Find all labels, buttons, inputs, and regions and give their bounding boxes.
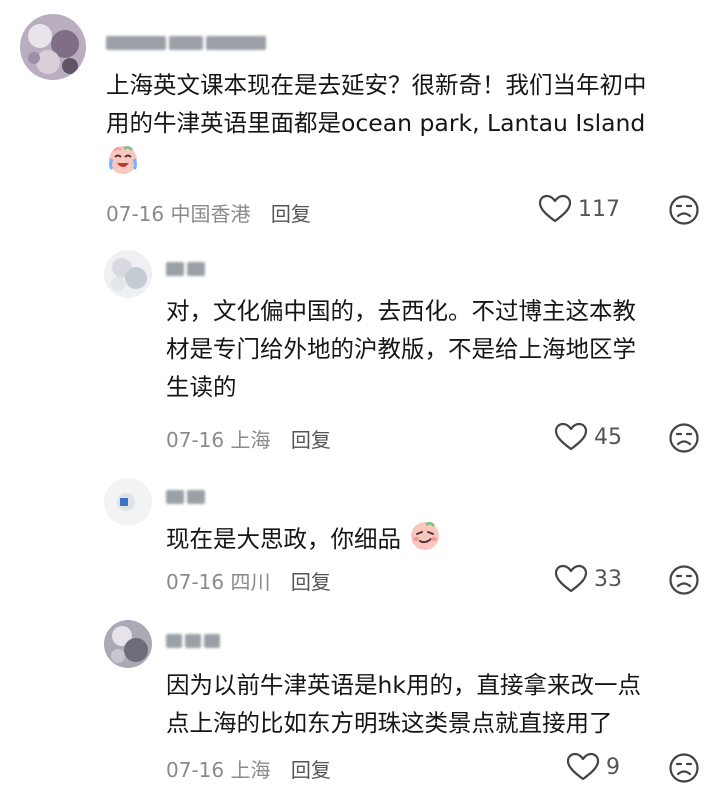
comment-item: 上海英文课本现在是去延安？很新奇！我们当年初中 用的牛津英语里面都是ocean … — [0, 14, 728, 234]
smirking-face-icon — [408, 518, 442, 563]
like-count: 9 — [606, 754, 620, 780]
heart-outline-icon — [554, 422, 588, 451]
reply-button[interactable]: 回复 — [291, 428, 331, 452]
reply-button[interactable]: 回复 — [271, 202, 311, 226]
reply-item: 对，文化偏中国的，去西化。不过博主这本教 材是专门给外地的沪教版，不是给上海地区… — [0, 250, 728, 465]
avatar[interactable] — [20, 14, 86, 80]
comment-meta: 07-16 中国香港 回复 — [106, 198, 311, 227]
comment-meta: 07-16 四川 回复 — [166, 566, 331, 595]
comment-location: 四川 — [230, 570, 271, 594]
comment-text-line: 上海英文课本现在是去延安？很新奇！我们当年初中 — [106, 71, 647, 99]
like-count: 117 — [578, 196, 620, 222]
comment-text-line: 对，文化偏中国的，去西化。不过博主这本教 — [166, 297, 636, 325]
comment-text-line: 现在是大思政，你细品 — [166, 525, 401, 553]
heart-outline-icon — [554, 564, 588, 593]
like-button[interactable]: 33 — [554, 564, 622, 594]
comment-text-line: 用的牛津英语里面都是ocean park, Lantau Island — [106, 109, 646, 137]
comment-location: 上海 — [230, 428, 271, 452]
comment-text: 对，文化偏中国的，去西化。不过博主这本教 材是专门给外地的沪教版，不是给上海地区… — [166, 292, 636, 406]
comment-date: 07-16 — [166, 428, 225, 452]
comment-text-line: 点上海的比如东方明珠这类景点就直接用了 — [166, 709, 613, 737]
username-blurred[interactable] — [166, 258, 208, 280]
like-count: 45 — [594, 424, 622, 450]
dislike-button[interactable] — [668, 422, 700, 458]
heart-outline-icon — [538, 194, 572, 223]
sad-face-icon — [669, 565, 699, 595]
like-count: 33 — [594, 566, 622, 592]
sad-face-icon — [669, 753, 699, 783]
avatar[interactable] — [104, 250, 152, 298]
username-blurred[interactable] — [166, 486, 208, 508]
comment-text-line: 因为以前牛津英语是hk用的，直接拿来改一点 — [166, 671, 642, 699]
username-blurred[interactable] — [106, 32, 269, 54]
comment-date: 07-16 — [166, 570, 225, 594]
comment-text-line: 生读的 — [166, 373, 237, 401]
dislike-button[interactable] — [668, 752, 700, 788]
avatar[interactable] — [104, 620, 152, 668]
comment-text: 现在是大思政，你细品 — [166, 518, 442, 563]
reply-button[interactable]: 回复 — [291, 758, 331, 782]
dislike-button[interactable] — [668, 564, 700, 600]
like-button[interactable]: 9 — [566, 752, 620, 782]
reply-button[interactable]: 回复 — [291, 570, 331, 594]
comment-location: 上海 — [230, 758, 271, 782]
comment-location: 中国香港 — [170, 202, 251, 226]
comment-text-line: 材是专门给外地的沪教版，不是给上海地区学 — [166, 335, 636, 363]
crying-laughing-face-icon — [106, 142, 140, 187]
comment-meta: 07-16 上海 回复 — [166, 754, 331, 783]
heart-outline-icon — [566, 752, 600, 781]
sad-face-icon — [669, 423, 699, 453]
comment-meta: 07-16 上海 回复 — [166, 424, 331, 453]
dislike-button[interactable] — [668, 194, 700, 230]
like-button[interactable]: 117 — [538, 194, 620, 224]
like-button[interactable]: 45 — [554, 422, 622, 452]
reply-item: 因为以前牛津英语是hk用的，直接拿来改一点 点上海的比如东方明珠这类景点就直接用… — [0, 620, 728, 795]
comment-text: 因为以前牛津英语是hk用的，直接拿来改一点 点上海的比如东方明珠这类景点就直接用… — [166, 666, 641, 742]
comment-date: 07-16 — [106, 202, 165, 226]
reply-item: 现在是大思政，你细品 07-16 四川 回复 33 — [0, 478, 728, 606]
avatar[interactable] — [104, 478, 152, 526]
sad-face-icon — [669, 195, 699, 225]
username-blurred[interactable] — [166, 630, 223, 652]
comment-text: 上海英文课本现在是去延安？很新奇！我们当年初中 用的牛津英语里面都是ocean … — [106, 66, 647, 180]
comment-date: 07-16 — [166, 758, 225, 782]
